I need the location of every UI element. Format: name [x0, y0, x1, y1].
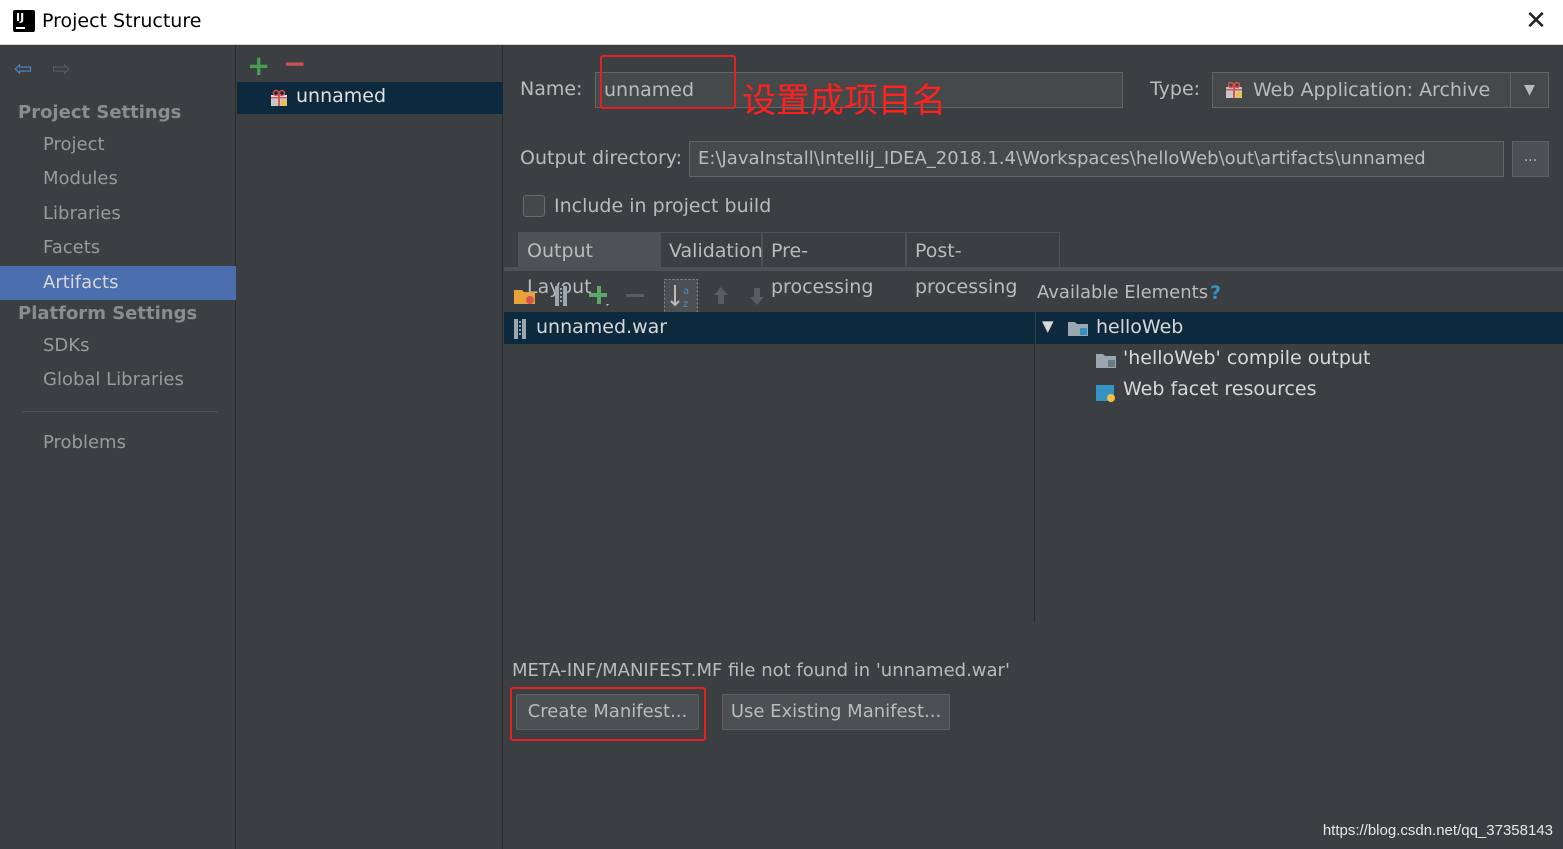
window-title: Project Structure [42, 10, 202, 32]
tree-item-label: Web facet resources [1123, 378, 1317, 400]
manifest-warning: META-INF/MANIFEST.MF file not found in '… [512, 660, 1010, 681]
add-artifact-icon[interactable]: + [247, 49, 270, 82]
sidebar-item-problems[interactable]: Problems [0, 426, 236, 460]
tree-item-label: unnamed.war [536, 316, 668, 338]
sort-alphabetically-icon[interactable]: a z [664, 279, 698, 313]
platform-settings-title: Platform Settings [18, 303, 198, 324]
svg-text:z: z [683, 299, 688, 310]
sidebar-item-global-libraries[interactable]: Global Libraries [0, 363, 236, 397]
sidebar-item-facets[interactable]: Facets [0, 231, 236, 265]
output-layout-tree: unnamed.war [504, 312, 1035, 622]
artifact-name: unnamed [296, 85, 387, 107]
settings-sidebar: ⇦ ⇨ Project Settings Project Modules Lib… [0, 45, 236, 849]
svg-text:a: a [683, 286, 689, 297]
tree-row-helloweb[interactable]: ▼ helloWeb [1036, 312, 1563, 344]
tab-pre-processing[interactable]: Pre-processing [762, 232, 906, 298]
web-facet-icon [1096, 385, 1115, 402]
sidebar-item-artifacts[interactable]: Artifacts [0, 266, 236, 300]
sidebar-divider [22, 411, 218, 412]
tab-post-processing[interactable]: Post-processing [906, 232, 1060, 298]
archive-icon[interactable] [548, 283, 574, 309]
module-folder-icon [1068, 322, 1088, 336]
sidebar-item-project[interactable]: Project [0, 128, 236, 162]
title-bar: IJ Project Structure ✕ [0, 0, 1563, 45]
chevron-down-icon[interactable]: ▼ [1510, 73, 1548, 107]
type-value: Web Application: Archive [1253, 79, 1491, 101]
include-in-build-label: Include in project build [554, 195, 772, 217]
tree-row-war[interactable]: unnamed.war [504, 312, 1035, 344]
gift-icon [271, 89, 287, 106]
output-directory-field[interactable]: E:\JavaInstall\IntelliJ_IDEA_2018.1.4\Wo… [689, 141, 1504, 177]
tree-item-label: 'helloWeb' compile output [1123, 347, 1371, 369]
use-existing-manifest-button[interactable]: Use Existing Manifest... [722, 694, 950, 730]
artifact-details-panel: Name: unnamed 设置成项目名 Type: Web Applicati… [504, 45, 1563, 849]
tab-output-layout[interactable]: Output Layout [518, 232, 660, 298]
type-label: Type: [1150, 78, 1201, 100]
expand-arrow-icon[interactable]: ▼ [1042, 317, 1054, 335]
sidebar-item-libraries[interactable]: Libraries [0, 197, 236, 231]
close-icon[interactable]: ✕ [1521, 6, 1551, 36]
intellij-icon: IJ [11, 8, 37, 34]
new-directory-icon[interactable] [512, 283, 538, 309]
tree-item-label: helloWeb [1096, 316, 1184, 338]
include-in-build-checkbox[interactable] [523, 195, 545, 217]
help-icon[interactable]: ? [1210, 282, 1221, 304]
archive-icon [514, 319, 526, 339]
output-layout-panel: a z Available Elements ? unnamed.war ▼ h… [504, 271, 1563, 849]
sidebar-item-modules[interactable]: Modules [0, 162, 236, 196]
annotation-text: 设置成项目名 [742, 81, 946, 121]
output-directory-label: Output directory: [520, 147, 683, 169]
artifact-list-item[interactable]: unnamed [237, 82, 503, 114]
remove-icon[interactable] [622, 283, 648, 309]
browse-button[interactable]: ... [1512, 141, 1549, 177]
move-up-icon[interactable] [708, 283, 734, 309]
available-elements-title: Available Elements [1037, 282, 1209, 303]
project-settings-title: Project Settings [18, 102, 182, 123]
remove-artifact-icon[interactable]: − [283, 47, 306, 80]
folder-icon [1096, 354, 1116, 368]
name-label: Name: [520, 78, 583, 100]
annotation-box-name [600, 55, 736, 109]
gift-icon [1226, 81, 1242, 98]
back-arrow-icon[interactable]: ⇦ [14, 57, 32, 82]
create-manifest-button[interactable]: Create Manifest... [516, 694, 699, 730]
available-elements-tree: ▼ helloWeb 'helloWeb' compile output Web… [1036, 312, 1563, 622]
type-select[interactable]: Web Application: Archive ▼ [1212, 72, 1549, 108]
sidebar-item-sdks[interactable]: SDKs [0, 329, 236, 363]
forward-arrow-icon[interactable]: ⇨ [52, 57, 70, 82]
artifacts-list-panel: + − unnamed [237, 45, 503, 849]
nav-arrows: ⇦ ⇨ [14, 57, 85, 82]
tab-validation[interactable]: Validation [660, 232, 763, 268]
add-icon[interactable] [586, 283, 612, 309]
watermark: https://blog.csdn.net/qq_37358143 [1322, 822, 1553, 839]
move-down-icon[interactable] [744, 283, 770, 309]
